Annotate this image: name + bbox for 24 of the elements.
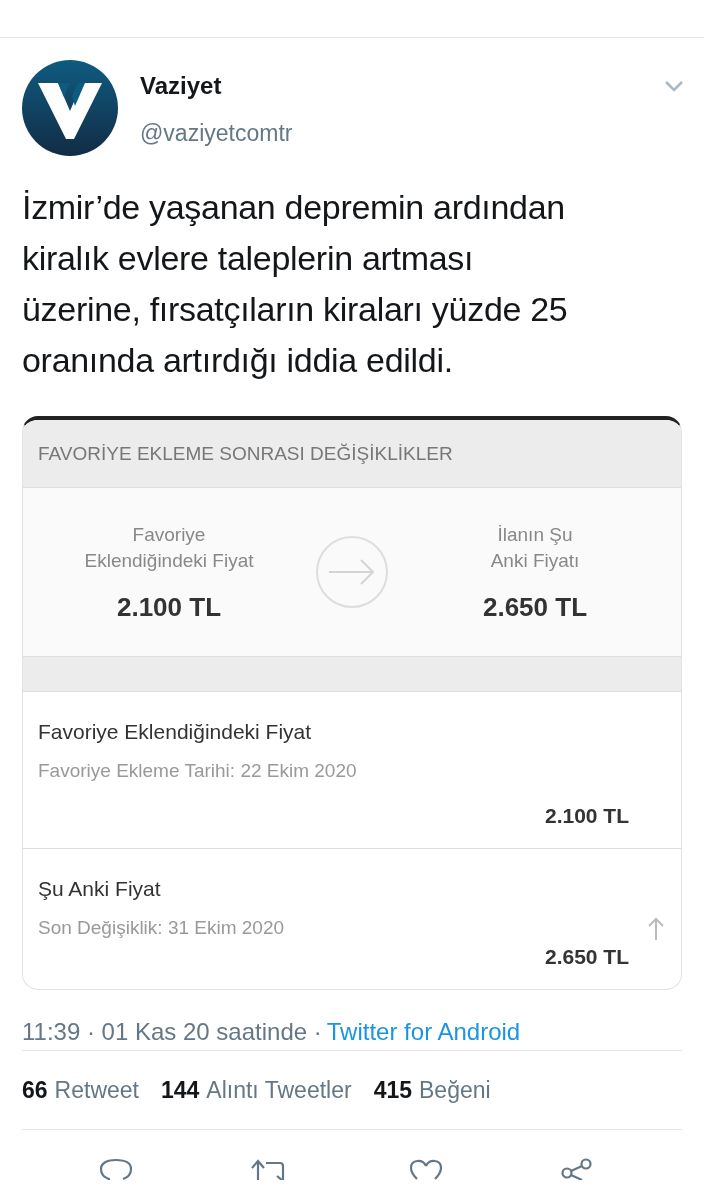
price-value: 2.100 TL xyxy=(116,591,222,623)
author-name[interactable]: Vaziyet xyxy=(140,72,293,100)
tweet-text: İzmir’de yaşanan depremin ardından kiralık evlere taleplerin artması üzerine, fırsatçıların kiraları yüzde 25 oranında artırdığı iddia edildi. xyxy=(22,187,569,381)
row-date: Son Değişiklik: 31 Ekim 2020 xyxy=(38,917,286,939)
tweet-timestamp: 11:39 · 01 Kas 20 saatinde · xyxy=(22,1018,322,1047)
row-price: 2.100 TL xyxy=(544,804,629,828)
row-title: Favoriye Eklendiğindeki Fiyat xyxy=(38,720,313,744)
row-title: Şu Anki Fiyat xyxy=(38,877,162,901)
price-label: Favoriye Eklendiğindeki Fiyat xyxy=(84,522,254,573)
row-price: 2.650 TL xyxy=(544,945,629,969)
stat-count[interactable]: 66 xyxy=(22,1076,48,1104)
arrow-right-icon xyxy=(315,535,389,609)
price-label: İlanın Şu Anki Fiyatı xyxy=(490,522,580,573)
card-header: FAVORİYE EKLEME SONRASI DEĞİŞİKLİKLER xyxy=(23,420,681,488)
stat-count[interactable]: 415 xyxy=(373,1076,413,1104)
avatar-logo[interactable] xyxy=(22,60,118,156)
stat-label[interactable]: Alıntı Tweetler xyxy=(206,1076,352,1104)
row-date: Favoriye Ekleme Tarihi: 22 Ekim 2020 xyxy=(38,760,358,782)
source-link[interactable]: Twitter for Android xyxy=(326,1018,521,1056)
author-handle[interactable]: @vaziyetcomtr xyxy=(140,120,293,147)
stat-label[interactable]: Retweet xyxy=(54,1076,139,1104)
price-value: 2.650 TL xyxy=(482,591,588,623)
stat-label[interactable]: Beğeni xyxy=(419,1076,491,1104)
stat-count[interactable]: 144 xyxy=(160,1076,200,1104)
